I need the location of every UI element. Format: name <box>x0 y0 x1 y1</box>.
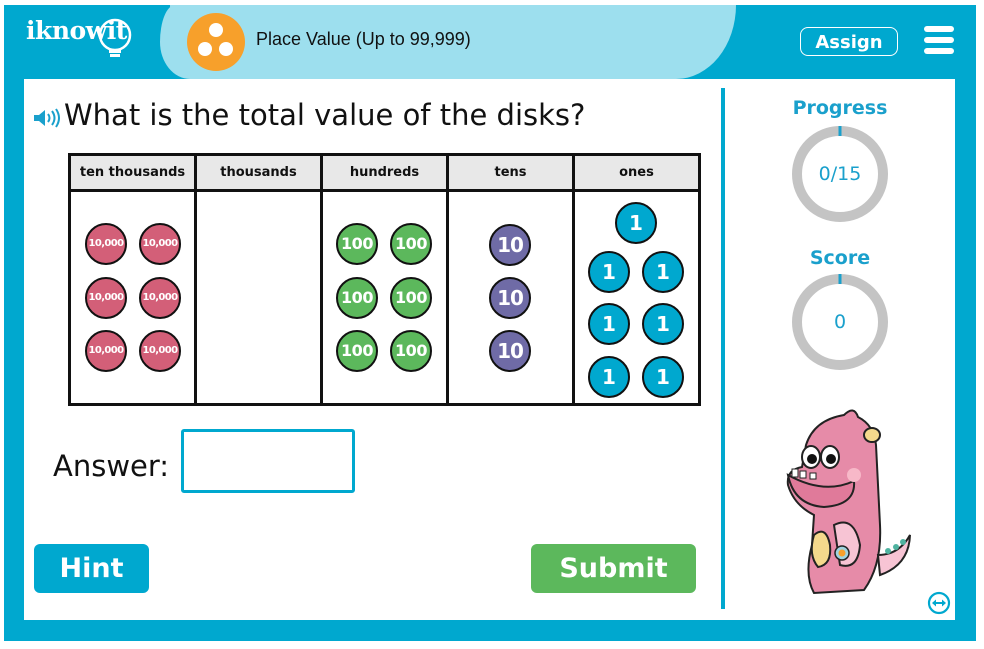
disk-one: 1 <box>588 356 630 398</box>
disk-ten-thousand: 10,000 <box>85 223 127 265</box>
disk-one: 1 <box>588 303 630 345</box>
cell-tens: 10 10 10 <box>446 189 575 406</box>
place-value-chart: ten thousands thousands hundreds tens on… <box>68 153 701 406</box>
progress-label: Progress <box>792 97 888 119</box>
column-header-tens: tens <box>446 153 575 192</box>
disk-ten: 10 <box>489 224 531 266</box>
speaker-icon[interactable] <box>33 108 61 128</box>
disk-ten-thousand: 10,000 <box>85 277 127 319</box>
disk-one: 1 <box>642 303 684 345</box>
expand-arrows-icon[interactable] <box>927 591 951 615</box>
pink-monster-mascot <box>786 409 911 595</box>
score-value: 0 <box>833 311 847 333</box>
cell-ten-thousands: 10,000 10,000 10,000 10,000 10,000 10,00… <box>68 189 197 406</box>
cell-thousands <box>194 189 323 406</box>
disk-ten-thousand: 10,000 <box>139 330 181 372</box>
cell-hundreds: 100 100 100 100 100 100 <box>320 189 449 406</box>
disk-hundred: 100 <box>390 277 432 319</box>
disk-one: 1 <box>615 202 657 244</box>
hint-button[interactable]: Hint <box>34 544 149 593</box>
disk-one: 1 <box>588 251 630 293</box>
disk-ten: 10 <box>489 330 531 372</box>
hamburger-menu-icon[interactable] <box>924 26 954 54</box>
assign-button[interactable]: Assign <box>800 27 898 56</box>
disk-hundred: 100 <box>390 223 432 265</box>
panel-divider <box>721 88 725 609</box>
disk-hundred: 100 <box>336 277 378 319</box>
disk-hundred: 100 <box>390 330 432 372</box>
disk-hundred: 100 <box>336 330 378 372</box>
column-header-thousands: thousands <box>194 153 323 192</box>
answer-input[interactable] <box>181 429 355 493</box>
topic-title: Place Value (Up to 99,999) <box>256 29 471 49</box>
progress-value: 0/15 <box>818 163 862 185</box>
disk-ten-thousand: 10,000 <box>85 330 127 372</box>
column-header-ones: ones <box>572 153 701 192</box>
disk-ten-thousand: 10,000 <box>139 277 181 319</box>
column-header-ten-thousands: ten thousands <box>68 153 197 192</box>
column-header-hundreds: hundreds <box>320 153 449 192</box>
cell-ones: 1 1 1 1 1 1 1 <box>572 189 701 406</box>
question-text: What is the total value of the disks? <box>64 98 586 132</box>
disk-one: 1 <box>642 251 684 293</box>
score-label: Score <box>809 247 871 269</box>
topic-icon <box>187 13 245 71</box>
answer-label: Answer: <box>53 449 170 483</box>
lightbulb-logo-icon <box>98 18 132 57</box>
disk-ten: 10 <box>489 277 531 319</box>
disk-ten-thousand: 10,000 <box>139 223 181 265</box>
disk-one: 1 <box>642 356 684 398</box>
submit-button[interactable]: Submit <box>531 544 696 593</box>
disk-hundred: 100 <box>336 223 378 265</box>
